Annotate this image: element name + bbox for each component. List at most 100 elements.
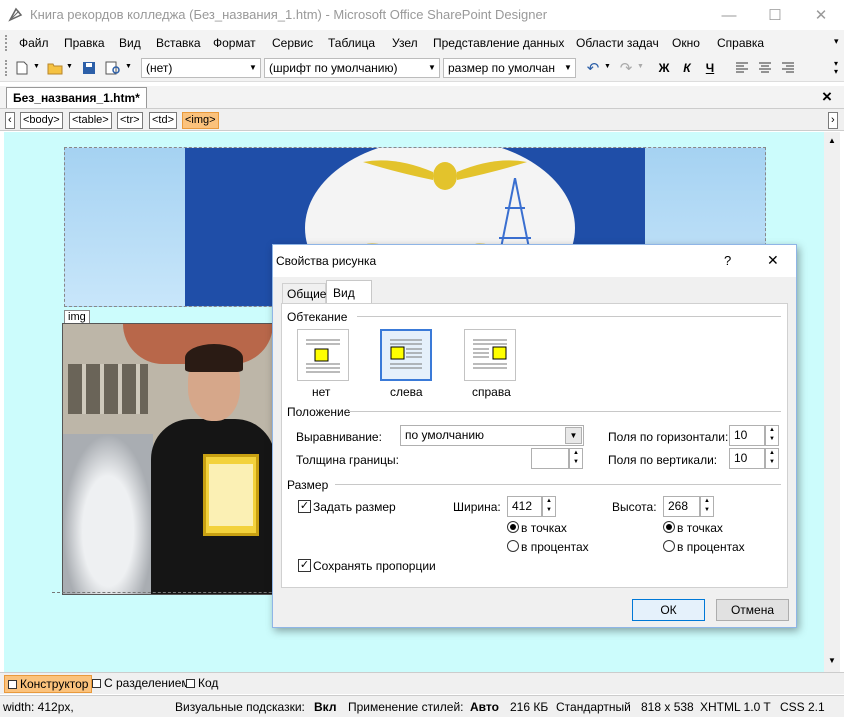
- font-size-select[interactable]: размер по умолчан ▼: [443, 58, 576, 78]
- undo-dropdown-icon[interactable]: ▼: [604, 63, 611, 70]
- scroll-down-icon[interactable]: ▼: [828, 656, 836, 665]
- scroll-up-icon[interactable]: ▲: [828, 136, 836, 145]
- font-size-select-value: размер по умолчан: [448, 61, 555, 75]
- specify-size-checkbox[interactable]: ✓: [298, 500, 311, 513]
- close-window-button[interactable]: ✕: [798, 0, 844, 30]
- tag-body[interactable]: <body>: [20, 112, 63, 129]
- wrapping-divider: [357, 316, 781, 317]
- cancel-button[interactable]: Отмена: [716, 599, 789, 621]
- save-icon[interactable]: [80, 59, 98, 77]
- width-label: Ширина:: [453, 500, 501, 514]
- menu-format[interactable]: Формат: [213, 36, 256, 50]
- horizontal-spacing-spinner[interactable]: ▲ ▼: [765, 425, 779, 446]
- document-tab[interactable]: Без_названия_1.htm*: [6, 87, 147, 108]
- tag-tr[interactable]: <tr>: [117, 112, 143, 129]
- width-in-percent-radio[interactable]: [507, 540, 519, 552]
- wrap-right-option[interactable]: [464, 329, 516, 381]
- horizontal-spacing-value: 10: [734, 428, 748, 442]
- height-in-pixels-radio[interactable]: [663, 521, 675, 533]
- tab-split-label: С разделением: [104, 676, 190, 690]
- border-thickness-spinner[interactable]: ▲ ▼: [569, 448, 583, 469]
- dialog-close-button[interactable]: ✕: [767, 252, 779, 269]
- preview-dropdown-icon[interactable]: ▼: [125, 63, 132, 70]
- border-thickness-label: Толщина границы:: [296, 453, 399, 467]
- tagbar-scroll-right[interactable]: ›: [828, 112, 838, 129]
- border-thickness-input[interactable]: [531, 448, 569, 469]
- width-in-pixels-radio[interactable]: [507, 521, 519, 533]
- align-right-icon[interactable]: [779, 59, 797, 77]
- height-input[interactable]: 268: [663, 496, 700, 517]
- menu-edit[interactable]: Правка: [64, 36, 105, 50]
- width-spinner[interactable]: ▲ ▼: [542, 496, 556, 517]
- status-visual-aids-value[interactable]: Вкл: [314, 700, 336, 714]
- height-in-percent-radio[interactable]: [663, 540, 675, 552]
- menu-task-panes[interactable]: Области задач: [576, 36, 659, 50]
- design-view-icon: [8, 680, 17, 689]
- new-dropdown-icon[interactable]: ▼: [33, 63, 40, 70]
- wrap-none-icon: [306, 339, 340, 373]
- tab-code[interactable]: Код: [183, 675, 221, 693]
- new-document-icon[interactable]: [13, 59, 31, 77]
- tab-appearance[interactable]: Вид: [326, 280, 372, 304]
- menu-file[interactable]: Файл: [19, 36, 49, 50]
- status-page-size: 216 КБ: [510, 700, 549, 714]
- tab-design[interactable]: Конструктор: [4, 675, 93, 693]
- wrap-none-option[interactable]: [297, 329, 349, 381]
- style-select[interactable]: (нет) ▼: [141, 58, 261, 78]
- menu-tools[interactable]: Сервис: [272, 36, 313, 50]
- menu-site[interactable]: Узел: [392, 36, 418, 50]
- width-input[interactable]: 412: [507, 496, 542, 517]
- tag-img[interactable]: <img>: [182, 112, 219, 129]
- menu-table[interactable]: Таблица: [328, 36, 375, 50]
- menu-overflow-icon[interactable]: ▾: [834, 36, 839, 47]
- preview-icon[interactable]: [104, 59, 122, 77]
- toolbar-overflow-icon[interactable]: ▾ ▾: [834, 60, 838, 76]
- open-folder-icon[interactable]: [46, 59, 64, 77]
- vertical-spacing-input[interactable]: 10: [729, 448, 765, 469]
- status-style-apply-value[interactable]: Авто: [470, 700, 499, 714]
- redo-icon[interactable]: ↷: [617, 59, 635, 77]
- student-photo[interactable]: [62, 323, 274, 595]
- status-doctype[interactable]: XHTML 1.0 T: [700, 700, 771, 714]
- dialog-help-button[interactable]: ?: [724, 253, 731, 268]
- tag-td[interactable]: <td>: [149, 112, 178, 129]
- undo-icon[interactable]: ↶: [584, 59, 602, 77]
- status-dimensions[interactable]: 818 x 538: [641, 700, 694, 714]
- wrap-left-label: слева: [390, 385, 423, 399]
- menu-view[interactable]: Вид: [119, 36, 141, 50]
- minimize-button[interactable]: —: [706, 0, 752, 30]
- keep-aspect-ratio-checkbox[interactable]: ✓: [298, 559, 311, 572]
- underline-button[interactable]: Ч: [701, 59, 719, 77]
- photo-tree: [63, 434, 153, 594]
- tag-table[interactable]: <table>: [69, 112, 112, 129]
- italic-button[interactable]: К: [678, 59, 696, 77]
- menu-insert[interactable]: Вставка: [156, 36, 201, 50]
- vertical-scrollbar[interactable]: ▲ ▼: [824, 132, 840, 672]
- tab-general[interactable]: Общие: [282, 283, 326, 303]
- menu-window[interactable]: Окно: [672, 36, 700, 50]
- font-select[interactable]: (шрифт по умолчанию) ▼: [264, 58, 440, 78]
- menu-help[interactable]: Справка: [717, 36, 764, 50]
- height-label: Высота:: [612, 500, 657, 514]
- width-in-percent-label: в процентах: [521, 540, 589, 554]
- code-view-icon: [186, 679, 195, 688]
- maximize-button[interactable]: ☐: [752, 0, 798, 30]
- vertical-spacing-spinner[interactable]: ▲ ▼: [765, 448, 779, 469]
- align-left-icon[interactable]: [733, 59, 751, 77]
- close-document-icon[interactable]: ×: [822, 87, 832, 107]
- wrap-left-option[interactable]: [380, 329, 432, 381]
- status-mode[interactable]: Стандартный: [556, 700, 631, 714]
- alignment-select[interactable]: по умолчанию ▼: [400, 425, 584, 446]
- redo-dropdown-icon[interactable]: ▼: [637, 63, 644, 70]
- horizontal-spacing-label: Поля по горизонтали:: [608, 430, 729, 444]
- bold-button[interactable]: Ж: [655, 59, 673, 77]
- tagbar-scroll-left[interactable]: ‹: [5, 112, 15, 129]
- height-spinner[interactable]: ▲ ▼: [700, 496, 714, 517]
- tab-split[interactable]: С разделением: [89, 675, 193, 693]
- ok-button[interactable]: ОК: [632, 599, 705, 621]
- horizontal-spacing-input[interactable]: 10: [729, 425, 765, 446]
- status-css-version[interactable]: CSS 2.1: [780, 700, 825, 714]
- align-center-icon[interactable]: [756, 59, 774, 77]
- open-dropdown-icon[interactable]: ▼: [66, 63, 73, 70]
- menu-data-view[interactable]: Представление данных: [433, 36, 564, 50]
